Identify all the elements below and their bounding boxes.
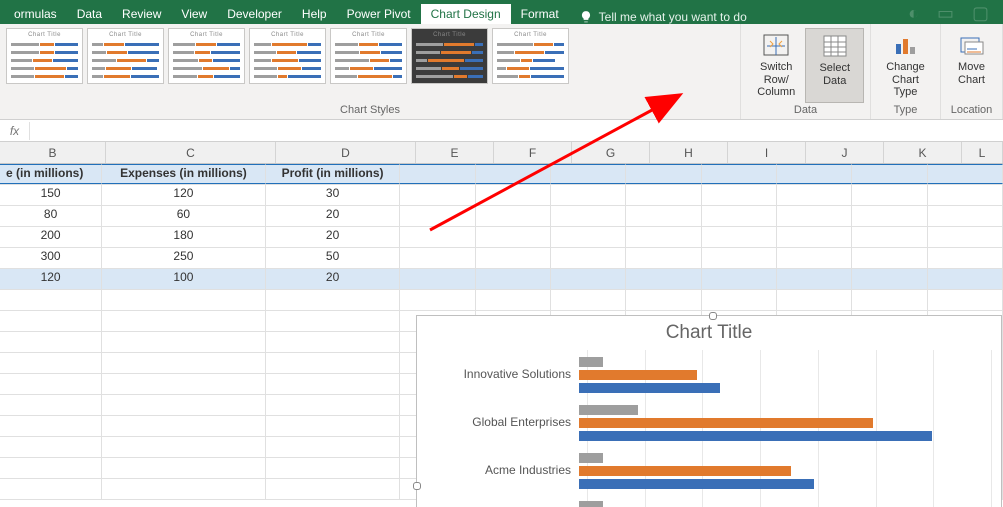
table-header[interactable]: Profit (in millions) xyxy=(266,164,401,184)
fx-label: fx xyxy=(0,122,30,140)
chart-style-thumb[interactable]: Chart Title xyxy=(6,28,83,84)
table-cell[interactable]: 20 xyxy=(266,227,401,247)
table-header[interactable]: Expenses (in millions) xyxy=(102,164,266,184)
switch-icon xyxy=(763,32,789,58)
tab-review[interactable]: Review xyxy=(112,4,171,24)
select-data-button[interactable]: Select Data xyxy=(805,28,864,103)
chart-style-thumb[interactable]: Chart Title xyxy=(87,28,164,84)
col-K[interactable]: K xyxy=(884,142,962,163)
chart-style-thumb[interactable]: Chart Title xyxy=(168,28,245,84)
chart-plot-area[interactable]: Innovative SolutionsGlobal EnterprisesAc… xyxy=(587,350,991,507)
chart-style-thumb[interactable]: Chart Title xyxy=(249,28,326,84)
chart-bar[interactable] xyxy=(579,431,932,441)
chart-bar[interactable] xyxy=(579,453,603,463)
table-header[interactable]: e (in millions) xyxy=(0,164,102,184)
table-cell[interactable]: 200 xyxy=(0,227,102,247)
chart-title[interactable]: Chart Title xyxy=(417,316,1001,346)
worksheet[interactable]: B C D E F G H I J K L e (in millions)Exp… xyxy=(0,142,1003,500)
switch-row-column-button[interactable]: Switch Row/ Column xyxy=(747,28,805,103)
group-label-styles: Chart Styles xyxy=(6,103,734,117)
col-B[interactable]: B xyxy=(0,142,106,163)
table-cell[interactable]: 300 xyxy=(0,248,102,268)
group-label-data: Data xyxy=(747,103,864,117)
table-cell[interactable]: 250 xyxy=(102,248,266,268)
change-chart-type-icon xyxy=(893,32,919,58)
tell-me-icon xyxy=(579,10,593,24)
tab-chart-design[interactable]: Chart Design xyxy=(421,4,511,24)
tab-view[interactable]: View xyxy=(171,4,217,24)
change-chart-type-label: Change Chart Type xyxy=(879,61,932,99)
move-chart-icon xyxy=(959,32,985,58)
formula-input[interactable] xyxy=(30,129,1003,133)
col-F[interactable]: F xyxy=(494,142,572,163)
col-E[interactable]: E xyxy=(416,142,494,163)
select-data-icon xyxy=(823,33,847,59)
table-cell[interactable]: 80 xyxy=(0,206,102,226)
tab-data[interactable]: Data xyxy=(67,4,112,24)
chart-style-thumb[interactable]: Chart Title xyxy=(411,28,488,84)
chart-bar[interactable] xyxy=(579,418,873,428)
table-cell[interactable]: 150 xyxy=(0,185,102,205)
move-chart-label: Move Chart xyxy=(958,61,985,86)
col-D[interactable]: D xyxy=(276,142,416,163)
table-cell[interactable]: 120 xyxy=(0,269,102,289)
chart-style-thumb[interactable]: Chart Title xyxy=(492,28,569,84)
col-I[interactable]: I xyxy=(728,142,806,163)
switch-label: Switch Row/ Column xyxy=(749,61,803,99)
table-cell[interactable]: 60 xyxy=(102,206,266,226)
table-cell[interactable]: 20 xyxy=(266,206,401,226)
col-L[interactable]: L xyxy=(962,142,1003,163)
tab-help[interactable]: Help xyxy=(292,4,337,24)
col-C[interactable]: C xyxy=(106,142,276,163)
header-glyph-2: ▭ xyxy=(937,3,954,24)
col-G[interactable]: G xyxy=(572,142,650,163)
table-cell[interactable]: 30 xyxy=(266,185,401,205)
chart-bar[interactable] xyxy=(579,405,638,415)
group-label-location: Location xyxy=(947,103,996,117)
table-cell[interactable]: 180 xyxy=(102,227,266,247)
formula-bar: fx xyxy=(0,120,1003,142)
column-headers: B C D E F G H I J K L xyxy=(0,142,1003,164)
chart-category-label: Acme Industries xyxy=(419,463,579,477)
header-glyph-3: ▢ xyxy=(972,3,989,24)
group-label-type: Type xyxy=(877,103,934,117)
select-data-label: Select Data xyxy=(819,62,850,87)
table-cell[interactable]: 120 xyxy=(102,185,266,205)
ribbon-tab-strip: ormulas Data Review View Developer Help … xyxy=(0,0,1003,24)
header-glyph-1: ◐ xyxy=(908,3,919,24)
chart-category-label: Global Enterprises xyxy=(419,415,579,429)
tell-me-input[interactable]: Tell me what you want to do xyxy=(599,10,747,24)
chart-styles-gallery[interactable]: /*thumbs rendered below without data (de… xyxy=(6,28,734,84)
chart-bar[interactable] xyxy=(579,357,603,367)
header-decor: ◐ ▭ ▢ xyxy=(908,3,999,24)
chart-bar[interactable] xyxy=(579,383,720,393)
chart-bar[interactable] xyxy=(579,479,814,489)
ribbon-body: /*thumbs rendered below without data (de… xyxy=(0,24,1003,120)
tab-power-pivot[interactable]: Power Pivot xyxy=(337,4,421,24)
tab-formulas[interactable]: ormulas xyxy=(4,4,67,24)
chart-style-thumb[interactable]: Chart Title xyxy=(330,28,407,84)
embedded-chart[interactable]: Chart Title Innovative SolutionsGlobal E… xyxy=(416,315,1002,507)
col-H[interactable]: H xyxy=(650,142,728,163)
table-cell[interactable]: 20 xyxy=(266,269,401,289)
tab-format[interactable]: Format xyxy=(511,4,569,24)
table-cell[interactable]: 50 xyxy=(266,248,401,268)
change-chart-type-button[interactable]: Change Chart Type xyxy=(877,28,934,103)
chart-bar[interactable] xyxy=(579,501,603,507)
chart-category-label: Innovative Solutions xyxy=(419,367,579,381)
tab-developer[interactable]: Developer xyxy=(217,4,292,24)
chart-bar[interactable] xyxy=(579,370,697,380)
chart-bar[interactable] xyxy=(579,466,791,476)
table-cell[interactable]: 100 xyxy=(102,269,266,289)
move-chart-button[interactable]: Move Chart xyxy=(947,28,996,90)
col-J[interactable]: J xyxy=(806,142,884,163)
